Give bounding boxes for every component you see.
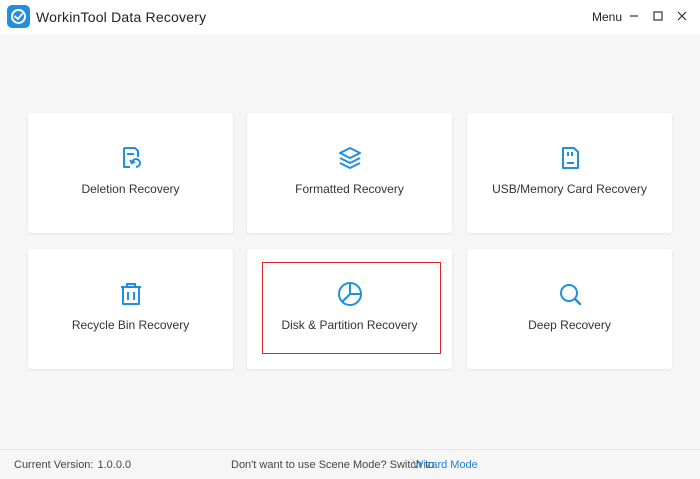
wizard-mode-link[interactable]: Wizard Mode (413, 459, 478, 471)
version-info: Current Version: 1.0.0.0 (14, 459, 131, 471)
footer-bar: Current Version: 1.0.0.0 Don't want to us… (0, 449, 700, 479)
app-title: WorkinTool Data Recovery (36, 9, 207, 25)
minimize-button[interactable] (625, 7, 643, 25)
version-value: 1.0.0.0 (97, 459, 132, 471)
deletion-recovery-card[interactable]: Deletion Recovery (28, 113, 233, 233)
close-button[interactable] (673, 7, 691, 25)
maximize-icon (653, 11, 663, 21)
deletion-recovery-icon (122, 147, 141, 168)
deep-recovery-card[interactable]: Deep Recovery (467, 249, 672, 369)
switch-mode-text: Don't want to use Scene Mode? Switch to (231, 459, 435, 471)
trash-icon (120, 283, 141, 305)
disk-partition-recovery-label: Disk & Partition Recovery (281, 318, 418, 332)
maximize-button[interactable] (649, 7, 667, 25)
memory-card-icon (561, 147, 579, 169)
recycle-bin-recovery-card[interactable]: Recycle Bin Recovery (28, 249, 233, 369)
version-label: Current Version: (14, 459, 94, 471)
formatted-recovery-label: Formatted Recovery (295, 182, 404, 196)
close-icon (677, 11, 687, 21)
menu-button[interactable]: Menu (592, 10, 622, 24)
scene-panel: Deletion Recovery Formatted Recovery USB… (0, 34, 700, 449)
pie-chart-icon (337, 282, 362, 306)
deep-recovery-label: Deep Recovery (528, 318, 611, 332)
usb-memory-card-recovery-card[interactable]: USB/Memory Card Recovery (467, 113, 672, 233)
recycle-bin-recovery-label: Recycle Bin Recovery (71, 318, 190, 332)
search-icon (559, 284, 581, 306)
deletion-recovery-label: Deletion Recovery (81, 182, 180, 196)
usb-memory-card-recovery-label: USB/Memory Card Recovery (492, 182, 647, 196)
title-bar: WorkinTool Data Recovery Menu (0, 0, 700, 34)
layers-icon (338, 147, 361, 169)
minimize-icon (630, 15, 638, 17)
disk-partition-recovery-card[interactable]: Disk & Partition Recovery (247, 249, 452, 369)
app-logo-icon (7, 5, 30, 28)
formatted-recovery-card[interactable]: Formatted Recovery (247, 113, 452, 233)
